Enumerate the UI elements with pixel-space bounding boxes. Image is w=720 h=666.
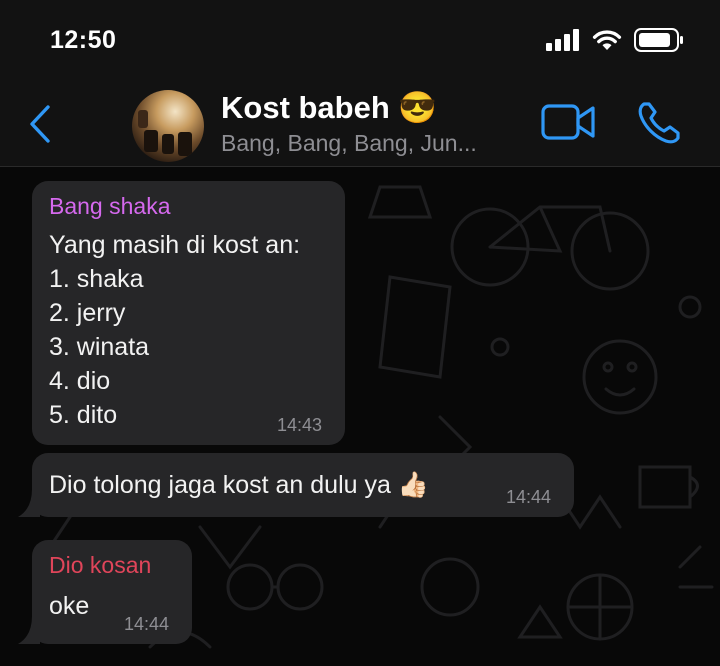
message-text: Dio tolong jaga kost an dulu ya 👍🏻 — [49, 471, 429, 499]
sender-name[interactable]: Bang shaka — [49, 193, 170, 220]
chat-title[interactable]: Kost babeh 😎 — [221, 89, 437, 126]
status-icons — [546, 28, 684, 52]
chat-title-text: Kost babeh — [221, 90, 390, 125]
group-avatar[interactable] — [132, 90, 204, 162]
message-timestamp: 14:44 — [124, 614, 170, 634]
message-text: Yang masih di kost an: 1. shaka 2. jerry… — [49, 231, 301, 429]
message-bubble[interactable]: Dio tolong jaga kost an dulu ya 👍🏻 14:44 — [32, 453, 574, 517]
bubble-tail — [18, 616, 40, 644]
status-bar: 12:50 — [0, 0, 720, 82]
message-text: oke — [49, 592, 90, 620]
message-bubble[interactable]: Dio kosan oke 14:44 — [32, 540, 192, 644]
message-bubble[interactable]: Bang shaka Yang masih di kost an: 1. sha… — [32, 181, 345, 445]
message-timestamp: 14:44 — [506, 487, 552, 507]
status-time: 12:50 — [50, 26, 117, 54]
wifi-icon — [592, 30, 622, 50]
signal-icon — [546, 29, 579, 51]
sunglasses-emoji: 😎 — [398, 90, 438, 125]
chat-area[interactable]: Bang shaka Yang masih di kost an: 1. sha… — [0, 167, 720, 666]
chat-header: Kost babeh 😎 Bang, Bang, Bang, Jun... — [0, 82, 720, 167]
back-chevron-icon[interactable] — [28, 104, 52, 144]
chat-participants[interactable]: Bang, Bang, Bang, Jun... — [221, 130, 477, 157]
battery-icon — [634, 28, 683, 52]
video-camera-icon[interactable] — [541, 103, 597, 141]
phone-icon[interactable] — [636, 100, 682, 146]
bubble-tail — [18, 489, 40, 517]
sender-name[interactable]: Dio kosan — [49, 552, 151, 579]
message-timestamp: 14:43 — [277, 415, 323, 435]
